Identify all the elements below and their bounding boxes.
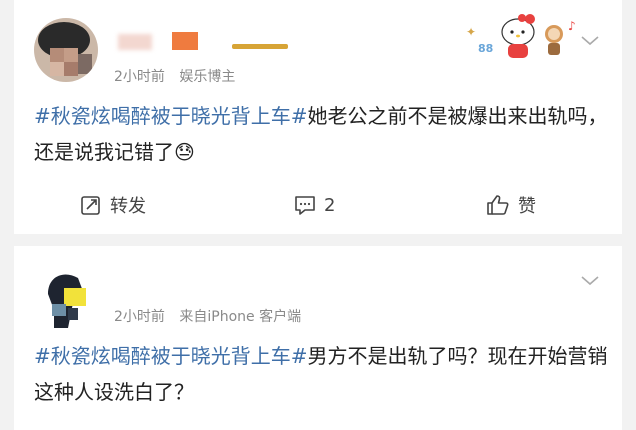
- svg-text:✦: ✦: [466, 25, 476, 39]
- like-label: 赞: [518, 196, 536, 217]
- like-button[interactable]: 赞: [486, 190, 536, 220]
- post-card-2: 2小时前 来自iPhone 客户端 #秋瓷炫喝醉被于晓光背上车#男方不是出轨了吗…: [14, 246, 622, 430]
- comment-icon: [295, 196, 315, 215]
- post-time: 2小时前: [114, 69, 165, 85]
- post-meta: 2小时前 来自iPhone 客户端: [114, 306, 311, 326]
- post-time: 2小时前: [114, 309, 165, 325]
- post-card-1: 2小时前 娱乐博主 ✦ 88 ♪ #秋瓷炫喝醉被于晓光背上车#她老公之前不是被爆…: [14, 0, 622, 234]
- comment-button[interactable]: 2: [294, 190, 335, 220]
- comment-count: 2: [324, 194, 336, 216]
- post-source: 娱乐博主: [179, 69, 236, 85]
- repost-icon: [81, 196, 100, 215]
- hello-kitty-sticker: ✦ 88 ♪: [460, 6, 580, 62]
- post-body: #秋瓷炫喝醉被于晓光背上车#男方不是出轨了吗？现在开始营销这种人设洗白了？: [34, 338, 614, 410]
- chevron-down-icon[interactable]: [581, 36, 599, 46]
- repost-label: 转发: [110, 196, 146, 217]
- emoji: 😓: [174, 140, 195, 164]
- post-source: 来自iPhone 客户端: [179, 309, 302, 325]
- avatar[interactable]: [34, 264, 98, 328]
- avatar[interactable]: [34, 18, 98, 82]
- svg-text:♪: ♪: [568, 19, 576, 33]
- svg-text:88: 88: [478, 42, 493, 55]
- feed: 2小时前 娱乐博主 ✦ 88 ♪ #秋瓷炫喝醉被于晓光背上车#她老公之前不是被爆…: [0, 0, 636, 430]
- post-body: #秋瓷炫喝醉被于晓光背上车#她老公之前不是被爆出来出轨吗，还是说我记错了😓: [34, 98, 614, 170]
- repost-button[interactable]: 转发: [80, 190, 146, 220]
- topic-link[interactable]: #秋瓷炫喝醉被于晓光背上车#: [34, 104, 308, 128]
- topic-link[interactable]: #秋瓷炫喝醉被于晓光背上车#: [34, 344, 308, 368]
- blurred-username: [110, 30, 300, 54]
- post-meta: 2小时前 娱乐博主: [114, 66, 245, 86]
- chevron-down-icon[interactable]: [581, 276, 599, 286]
- thumbs-up-icon: [487, 195, 509, 215]
